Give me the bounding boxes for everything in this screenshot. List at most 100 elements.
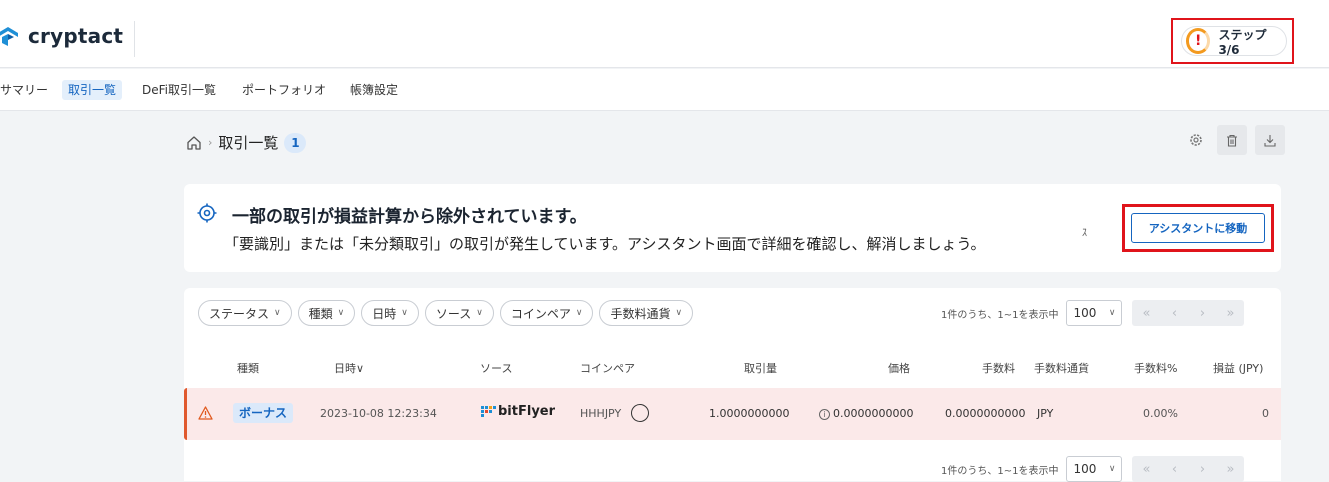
first-page-button[interactable]: « bbox=[1132, 300, 1160, 326]
go-to-assistant-button[interactable]: アシスタントに移動 bbox=[1131, 213, 1265, 243]
cell-fee-currency: JPY bbox=[1037, 407, 1054, 420]
chevron-down-icon: ∨ bbox=[337, 308, 345, 318]
col-price[interactable]: 価格 bbox=[888, 360, 910, 376]
nav-item-transactions[interactable]: 取引一覧 bbox=[62, 80, 123, 100]
filter-label: コインペア bbox=[510, 306, 571, 321]
target-icon bbox=[197, 203, 217, 223]
filter-fee-currency[interactable]: 手数料通貨 ∨ bbox=[599, 300, 694, 326]
cell-coin-pair: HHHJPY bbox=[580, 407, 622, 420]
col-pnl[interactable]: 損益 (JPY) bbox=[1213, 360, 1263, 376]
assistant-highlight-box: アシスタントに移動 bbox=[1122, 204, 1274, 252]
page-size-value: 100 bbox=[1073, 462, 1097, 476]
page-size-value: 100 bbox=[1073, 306, 1097, 320]
warning-icon bbox=[198, 406, 213, 420]
col-date-label: 日時 bbox=[334, 362, 356, 375]
download-button[interactable] bbox=[1255, 125, 1285, 155]
col-fee-pct[interactable]: 手数料% bbox=[1134, 360, 1177, 376]
cell-source: bitFlyer bbox=[498, 404, 556, 419]
table-row[interactable]: ボーナス 2023-10-08 12:23:34 bitFlyer HHHJPY… bbox=[184, 388, 1281, 440]
last-page-button[interactable]: » bbox=[1216, 456, 1244, 482]
last-page-button[interactable]: » bbox=[1216, 300, 1244, 326]
pagination-summary: 1件のうち、1~1を表示中 bbox=[941, 465, 1059, 477]
col-coin-pair[interactable]: コインペア bbox=[580, 360, 635, 376]
delete-button[interactable] bbox=[1217, 125, 1247, 155]
top-bar: cryptact ! ステップ 3/6 bbox=[0, 0, 1329, 68]
info-icon[interactable]: i bbox=[819, 409, 830, 420]
col-type[interactable]: 種類 bbox=[237, 360, 259, 376]
trash-icon bbox=[1227, 134, 1237, 147]
chevron-down-icon: ∨ bbox=[575, 308, 583, 318]
nav-item-summary[interactable]: サマリー bbox=[0, 80, 48, 100]
toolbar bbox=[1183, 125, 1285, 155]
logo-text: cryptact bbox=[28, 24, 124, 48]
prev-page-button[interactable]: ‹ bbox=[1160, 300, 1188, 326]
type-badge: ボーナス bbox=[233, 403, 294, 423]
pager-buttons: « ‹ › » bbox=[1132, 300, 1245, 326]
table-header: 種類 日時∨ ソース コインペア 取引量 価格 手数料 手数料通貨 手数料% 損… bbox=[184, 346, 1281, 386]
col-source[interactable]: ソース bbox=[480, 360, 512, 376]
download-icon bbox=[1264, 134, 1276, 147]
bitflyer-logo: bitFlyer bbox=[481, 404, 555, 419]
filter-type[interactable]: 種類 ∨ bbox=[297, 300, 356, 326]
alert-message: 「要識別」または「未分類取引」の取引が発生しています。アシスタント画面で詳細を確… bbox=[224, 235, 986, 253]
page-title: 取引一覧 bbox=[218, 134, 279, 152]
next-page-button[interactable]: › bbox=[1188, 300, 1216, 326]
cell-fee-pct: 0.00% bbox=[1143, 407, 1178, 420]
pagination-bottom: 1件のうち、1~1を表示中 100 ∨ « ‹ › » bbox=[941, 456, 1245, 482]
filter-date[interactable]: 日時 ∨ bbox=[361, 300, 419, 326]
cell-price: i 0.0000000000 bbox=[819, 407, 913, 420]
transaction-count-badge: 1 bbox=[284, 132, 307, 153]
step-highlight-box: ! ステップ 3/6 bbox=[1171, 18, 1294, 64]
alert-stray-char: ｽ bbox=[1082, 228, 1087, 239]
transactions-table-card: ステータス ∨ 種類 ∨ 日時 ∨ ソース ∨ コインペア ∨ 手数料通貨 ∨ 1件のうち、… bbox=[184, 288, 1281, 482]
chevron-down-icon: ∨ bbox=[274, 308, 281, 318]
header-divider bbox=[134, 21, 135, 57]
breadcrumb: › 取引一覧 1 bbox=[186, 132, 307, 153]
chevron-down-icon: ∨ bbox=[675, 308, 683, 318]
chevron-down-icon: ∨ bbox=[1108, 464, 1116, 474]
gear-icon bbox=[1190, 134, 1202, 146]
nav-item-defi-transactions[interactable]: DeFi取引一覧 bbox=[142, 80, 216, 100]
filter-coin-pair[interactable]: コインペア ∨ bbox=[499, 300, 594, 326]
bitflyer-icon bbox=[481, 405, 496, 418]
chevron-down-icon: ∨ bbox=[1108, 308, 1116, 318]
exclusion-alert: 一部の取引が損益計算から除外されています。 「要識別」または「未分類取引」の取引… bbox=[184, 184, 1281, 272]
filter-label: 手数料通貨 bbox=[610, 306, 671, 321]
col-amount[interactable]: 取引量 bbox=[744, 360, 777, 376]
cryptact-logo[interactable]: cryptact bbox=[0, 24, 123, 48]
filter-label: ソース bbox=[435, 306, 472, 321]
breadcrumb-separator: › bbox=[208, 136, 213, 149]
coin-circle-icon bbox=[631, 404, 649, 422]
home-icon[interactable] bbox=[186, 135, 202, 151]
cell-amount: 1.0000000000 bbox=[709, 407, 790, 420]
cryptact-logo-icon bbox=[0, 27, 18, 46]
pagination-top: 1件のうち、1~1を表示中 100 ∨ « ‹ › » bbox=[941, 300, 1245, 326]
pagination-summary: 1件のうち、1~1を表示中 bbox=[941, 309, 1059, 321]
sort-indicator-icon: ∨ bbox=[356, 362, 365, 375]
settings-button[interactable] bbox=[1183, 125, 1209, 155]
cell-price-value: 0.0000000000 bbox=[833, 407, 914, 420]
chevron-down-icon: ∨ bbox=[476, 308, 483, 318]
prev-page-button[interactable]: ‹ bbox=[1160, 456, 1188, 482]
filter-source[interactable]: ソース ∨ bbox=[424, 300, 494, 326]
page-size-select[interactable]: 100 ∨ bbox=[1066, 300, 1123, 326]
col-fee-currency[interactable]: 手数料通貨 bbox=[1034, 360, 1089, 376]
cell-date: 2023-10-08 12:23:34 bbox=[320, 407, 437, 420]
cell-fee: 0.0000000000 bbox=[945, 407, 1026, 420]
nav-item-ledger-settings[interactable]: 帳簿設定 bbox=[350, 80, 398, 100]
step-progress-icon: ! bbox=[1186, 28, 1211, 54]
col-date[interactable]: 日時∨ bbox=[334, 360, 364, 376]
filter-label: 日時 bbox=[372, 306, 397, 321]
first-page-button[interactable]: « bbox=[1132, 456, 1160, 482]
nav-item-portfolio[interactable]: ポートフォリオ bbox=[242, 80, 326, 100]
step-label: ステップ 3/6 bbox=[1218, 27, 1267, 57]
col-fee[interactable]: 手数料 bbox=[982, 360, 1015, 376]
next-page-button[interactable]: › bbox=[1188, 456, 1216, 482]
step-progress-button[interactable]: ! ステップ 3/6 bbox=[1181, 26, 1287, 57]
filter-label: 種類 bbox=[308, 306, 333, 321]
alert-title: 一部の取引が損益計算から除外されています。 bbox=[232, 207, 587, 227]
alert-mark: ! bbox=[1195, 33, 1202, 49]
filter-status[interactable]: ステータス ∨ bbox=[198, 300, 292, 326]
filter-label: ステータス bbox=[209, 306, 270, 321]
page-size-select[interactable]: 100 ∨ bbox=[1066, 456, 1123, 482]
